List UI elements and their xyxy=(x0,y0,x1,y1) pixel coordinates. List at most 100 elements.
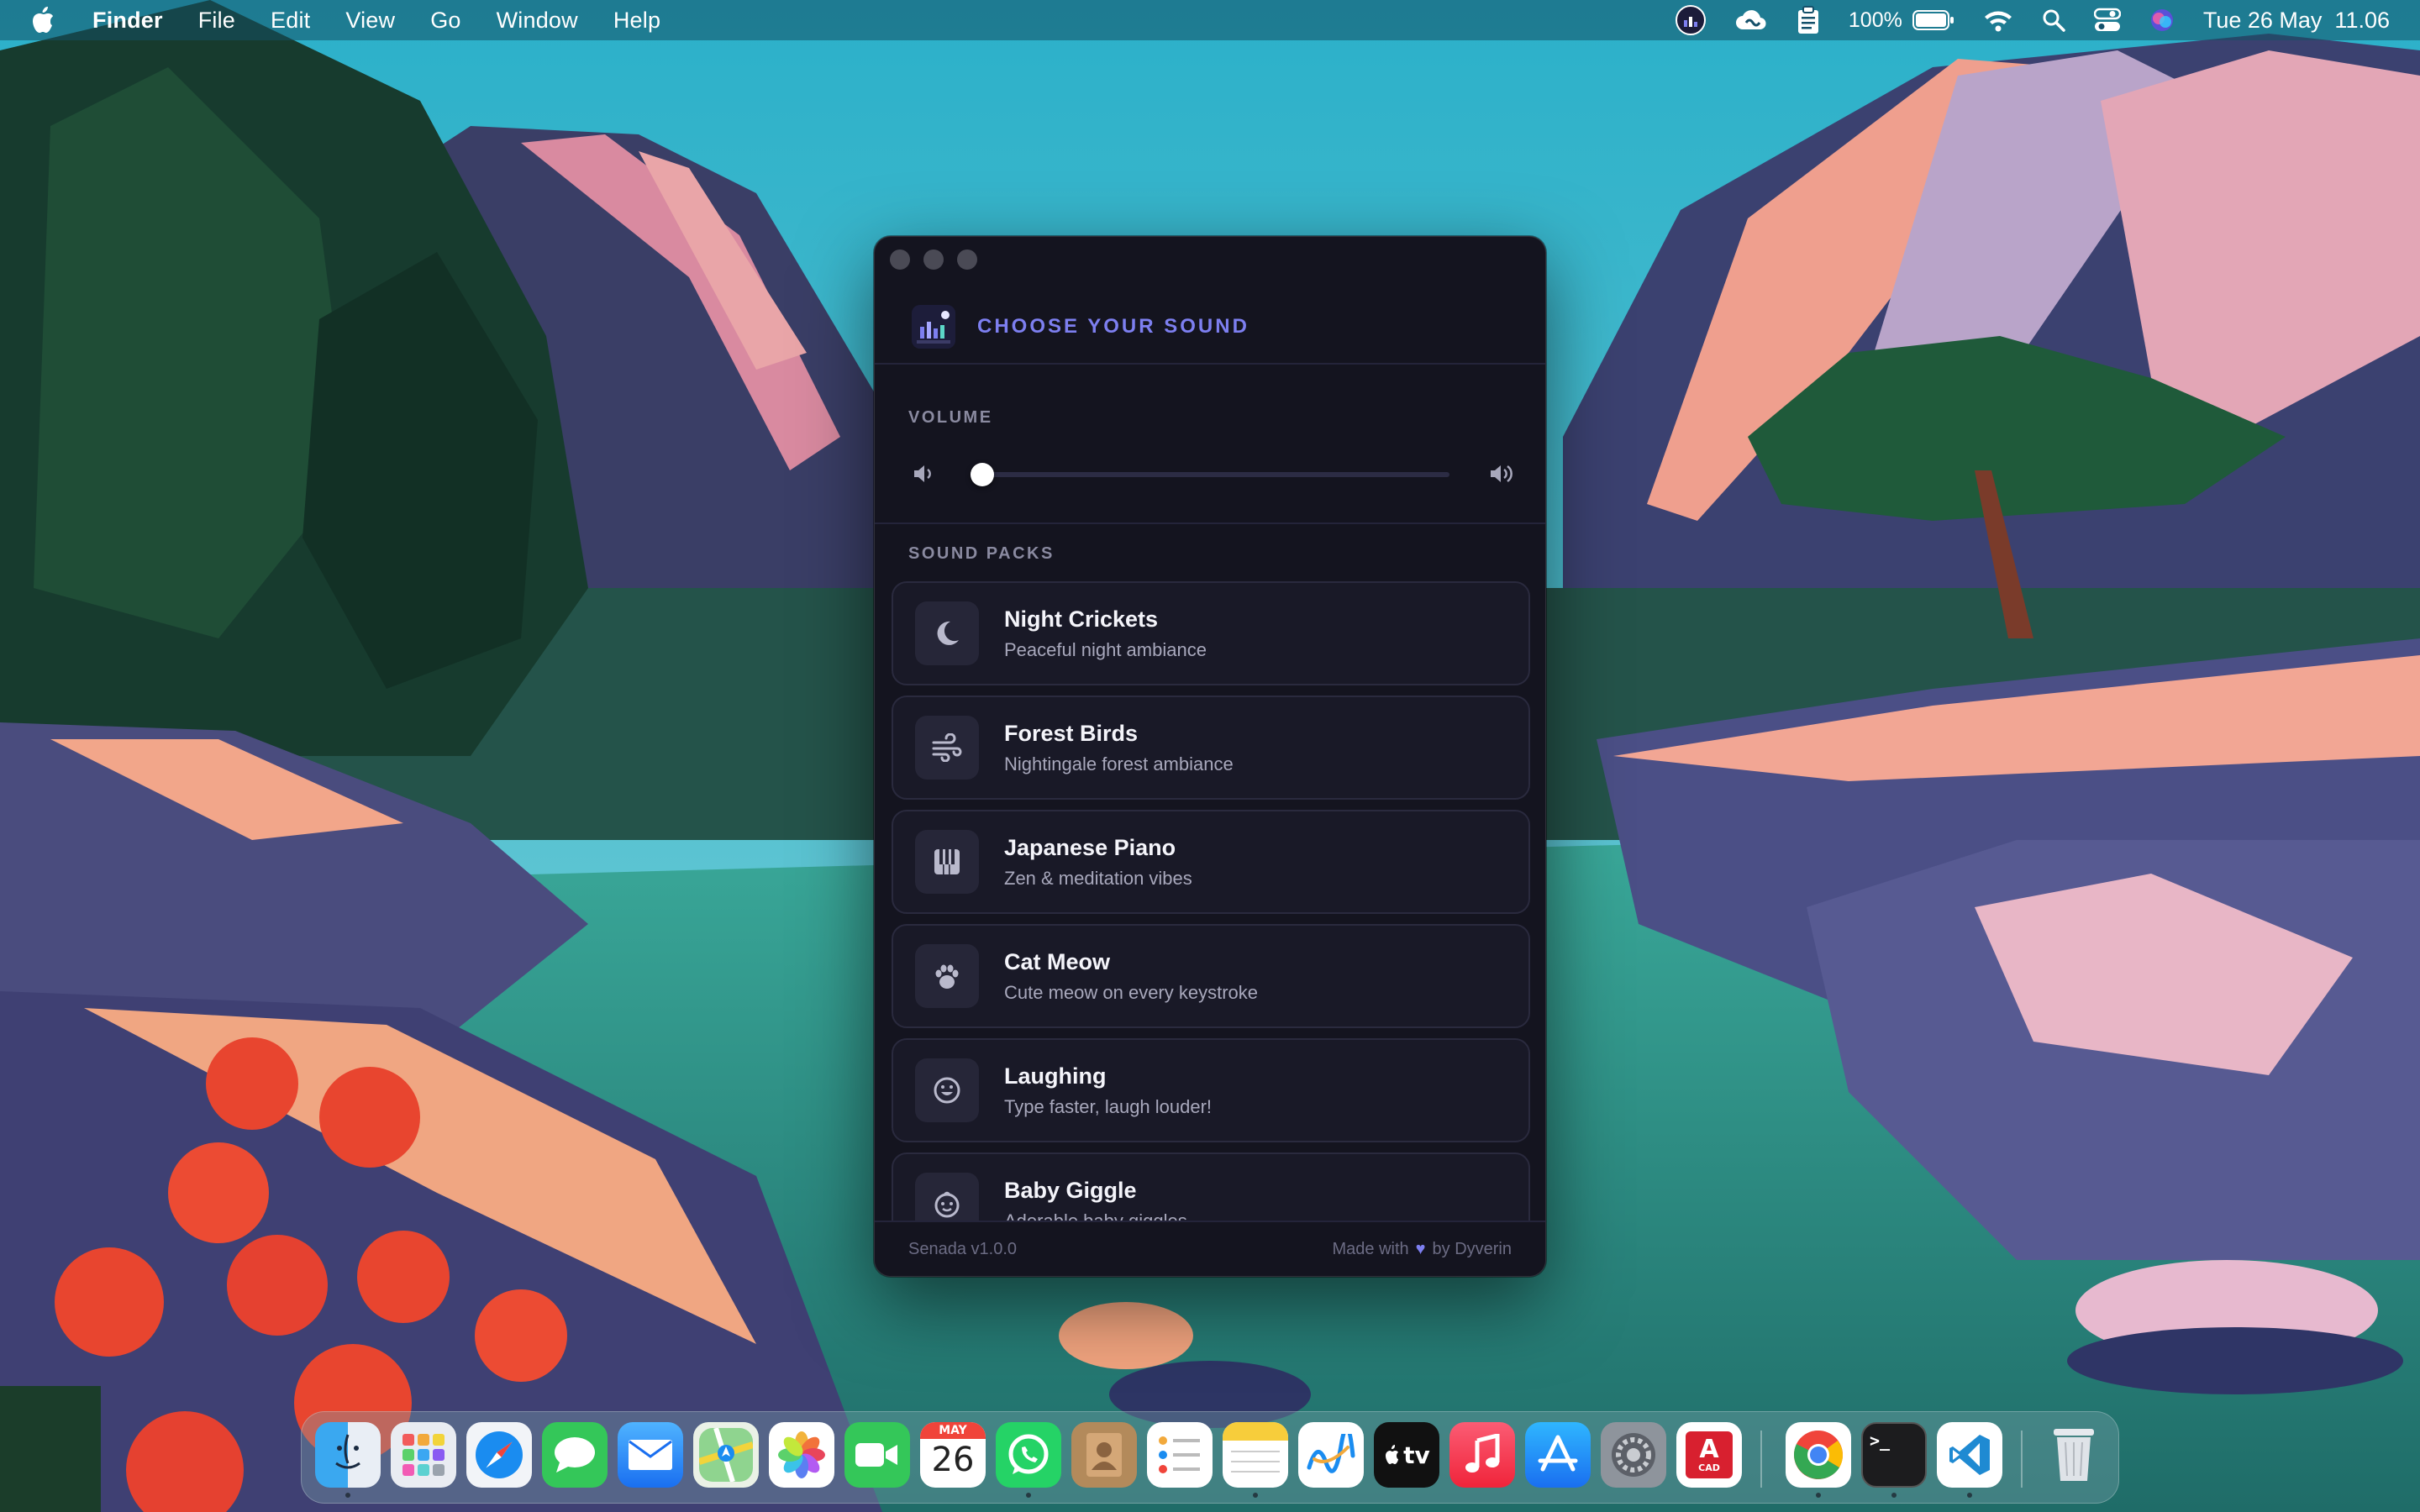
menu-go[interactable]: Go xyxy=(430,8,460,34)
sound-pack-cat-meow[interactable]: Cat Meow Cute meow on every keystroke xyxy=(892,924,1530,1028)
terminal-prompt-label: >_ xyxy=(1870,1431,1891,1451)
sound-pack-japanese-piano[interactable]: Japanese Piano Zen & meditation vibes xyxy=(892,810,1530,914)
mail-icon[interactable] xyxy=(618,1422,683,1488)
sound-pack-title: Laughing xyxy=(1004,1063,1107,1089)
music-icon[interactable] xyxy=(1449,1422,1515,1488)
sound-pack-title: Japanese Piano xyxy=(1004,834,1176,860)
finder-running-indicator xyxy=(345,1493,350,1498)
author-label[interactable]: by Dyverin xyxy=(1433,1240,1512,1259)
spotlight-search-icon[interactable] xyxy=(2042,8,2065,32)
freeform-icon[interactable] xyxy=(1298,1422,1364,1488)
volume-slider-thumb[interactable] xyxy=(971,463,994,486)
smile-icon xyxy=(915,1058,979,1122)
chrome-running-indicator xyxy=(1816,1493,1821,1498)
menu-edit[interactable]: Edit xyxy=(271,8,310,34)
senada-app-window: CHOOSE YOUR SOUND VOLUME SOUND PACKS Nig… xyxy=(874,236,1546,1277)
terminal-icon[interactable]: >_ xyxy=(1861,1422,1927,1488)
sound-pack-laughing[interactable]: Laughing Type faster, laugh louder! xyxy=(892,1038,1530,1142)
menu-window[interactable]: Window xyxy=(497,8,578,34)
whatsapp-running-indicator xyxy=(1026,1493,1031,1498)
control-center-icon[interactable] xyxy=(2093,8,2121,33)
volume-slider[interactable] xyxy=(971,463,1449,486)
volume-control xyxy=(908,457,1513,491)
notes-running-indicator xyxy=(1253,1493,1258,1498)
menubar-clock[interactable]: Tue 26 May 11.06 xyxy=(2203,8,2390,34)
whatsapp-icon[interactable] xyxy=(996,1422,1061,1488)
volume-section-label: VOLUME xyxy=(908,408,993,427)
app-header: CHOOSE YOUR SOUND xyxy=(875,291,1545,365)
calendar-day-label: 26 xyxy=(931,1441,975,1479)
app-logo xyxy=(912,305,955,349)
sound-pack-baby-giggle[interactable]: Baby Giggle Adorable baby giggles xyxy=(892,1152,1530,1228)
menu-view[interactable]: View xyxy=(345,8,395,34)
apple-icon[interactable] xyxy=(30,3,59,37)
piano-icon xyxy=(915,830,979,894)
battery-icon[interactable] xyxy=(1912,9,1954,31)
app-footer: Senada v1.0.0 Made with ♥ by Dyverin xyxy=(875,1221,1545,1276)
sound-pack-forest-birds[interactable]: Forest Birds Nightingale forest ambiance xyxy=(892,696,1530,800)
sound-pack-title: Night Crickets xyxy=(1004,606,1159,632)
siri-icon[interactable] xyxy=(2149,8,2175,33)
photos-icon[interactable] xyxy=(769,1422,834,1488)
clipboard-icon[interactable] xyxy=(1797,6,1820,34)
dock: MAY 26 tv A CAD >_ xyxy=(301,1411,2119,1504)
autocad-icon[interactable]: A CAD xyxy=(1676,1422,1742,1488)
settings-icon[interactable] xyxy=(1601,1422,1666,1488)
minimize-window-button[interactable] xyxy=(923,249,944,270)
page-title: CHOOSE YOUR SOUND xyxy=(977,315,1249,338)
wind-icon xyxy=(915,716,979,780)
sound-packs-section-label: SOUND PACKS xyxy=(908,544,1055,563)
menu-bar: Finder File Edit View Go Window Help 100… xyxy=(0,0,2420,40)
sound-pack-list[interactable]: Night Crickets Peaceful night ambiance F… xyxy=(892,581,1530,1228)
appstore-icon[interactable] xyxy=(1525,1422,1591,1488)
battery-percent: 100% xyxy=(1848,8,1902,32)
sound-pack-description: Cute meow on every keystroke xyxy=(1004,981,1259,1003)
heart-icon: ♥ xyxy=(1415,1239,1426,1258)
menu-app-finder[interactable]: Finder xyxy=(92,8,163,34)
senada-tray-icon[interactable] xyxy=(1675,5,1706,35)
sound-pack-description: Zen & meditation vibes xyxy=(1004,867,1192,889)
menu-file[interactable]: File xyxy=(198,8,235,34)
contacts-icon[interactable] xyxy=(1071,1422,1137,1488)
zoom-window-button[interactable] xyxy=(957,249,977,270)
sound-pack-description: Peaceful night ambiance xyxy=(1004,638,1207,660)
calendar-icon[interactable]: MAY 26 xyxy=(920,1422,986,1488)
sound-pack-title: Cat Meow xyxy=(1004,948,1111,974)
facetime-icon[interactable] xyxy=(844,1422,910,1488)
sound-pack-description: Type faster, laugh louder! xyxy=(1004,1095,1213,1117)
creative-cloud-icon[interactable] xyxy=(1734,8,1768,33)
paw-icon xyxy=(915,944,979,1008)
vscode-icon[interactable] xyxy=(1937,1422,2002,1488)
finder-icon[interactable] xyxy=(315,1422,381,1488)
sound-pack-night-crickets[interactable]: Night Crickets Peaceful night ambiance xyxy=(892,581,1530,685)
wifi-icon[interactable] xyxy=(1983,8,2013,32)
window-controls xyxy=(890,249,977,270)
credits: Made with ♥ by Dyverin xyxy=(1332,1240,1512,1259)
tv-icon[interactable]: tv xyxy=(1374,1422,1439,1488)
launchpad-icon[interactable] xyxy=(391,1422,456,1488)
volume-high-icon[interactable] xyxy=(1488,462,1513,487)
made-with-label: Made with xyxy=(1332,1239,1409,1258)
app-version: Senada v1.0.0 xyxy=(908,1239,1017,1258)
calendar-month-label: MAY xyxy=(920,1422,986,1439)
tv-label: tv xyxy=(1403,1441,1430,1469)
autocad-sublabel: CAD xyxy=(1698,1462,1720,1473)
close-window-button[interactable] xyxy=(890,249,910,270)
sound-pack-title: Forest Birds xyxy=(1004,720,1139,746)
trash-icon[interactable] xyxy=(2041,1422,2107,1488)
reminders-icon[interactable] xyxy=(1147,1422,1213,1488)
menu-help[interactable]: Help xyxy=(613,8,660,34)
volume-low-icon[interactable] xyxy=(912,462,937,487)
section-divider xyxy=(875,522,1545,524)
chrome-icon[interactable] xyxy=(1786,1422,1851,1488)
notes-icon[interactable] xyxy=(1223,1422,1288,1488)
maps-icon[interactable] xyxy=(693,1422,759,1488)
dock-separator xyxy=(2021,1431,2023,1488)
sound-pack-description: Nightingale forest ambiance xyxy=(1004,753,1234,774)
sound-pack-title: Baby Giggle xyxy=(1004,1177,1137,1203)
messages-icon[interactable] xyxy=(542,1422,608,1488)
safari-icon[interactable] xyxy=(466,1422,532,1488)
dock-separator xyxy=(1760,1431,1762,1488)
autocad-label: A xyxy=(1699,1434,1719,1464)
moon-icon xyxy=(915,601,979,665)
